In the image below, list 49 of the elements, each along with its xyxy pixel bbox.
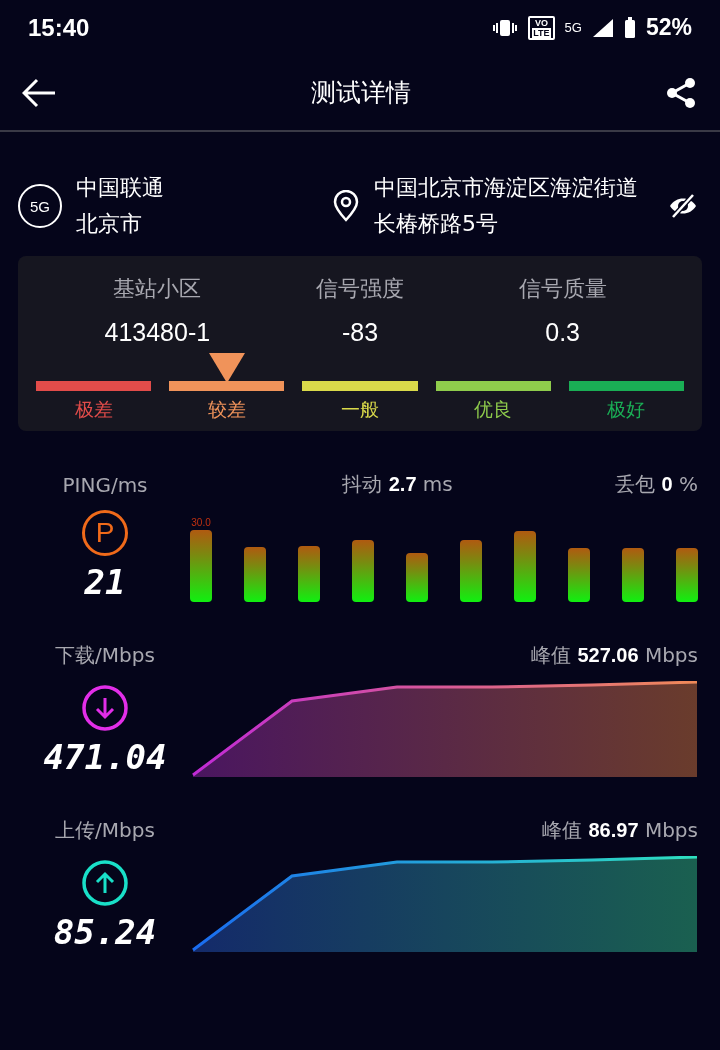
back-icon[interactable]	[22, 77, 56, 108]
carrier-name: 中国联通	[76, 174, 164, 202]
network-type: 5G	[564, 20, 582, 35]
cell-label: 基站小区	[113, 275, 202, 303]
battery-icon	[623, 16, 636, 39]
jitter-text: 抖动 2.7 ms	[342, 471, 453, 498]
ping-icon: P	[82, 510, 128, 556]
bar-value-label: 30.0	[191, 517, 211, 528]
ping-label: PING/ms	[61, 472, 149, 497]
scale-label: 极差	[74, 397, 113, 422]
cell-value: 413480-1	[104, 318, 211, 347]
speed-value: 85.24	[53, 912, 157, 952]
speed-label: 下载/Mbps	[54, 642, 156, 669]
status-time: 15:40	[28, 13, 90, 42]
cell-value: 0.3	[545, 318, 580, 347]
cell-label: 信号强度	[316, 275, 404, 303]
ping-value: 21	[84, 562, 126, 602]
ping-bar	[298, 546, 320, 602]
cell-label: 信号质量	[518, 275, 607, 303]
speed-value: 471.04	[43, 737, 167, 777]
ping-bar	[460, 540, 482, 602]
cell-value: -83	[341, 318, 379, 347]
ping-bar	[676, 548, 698, 602]
scale-label: 较差	[207, 397, 246, 422]
peak-speed-text: 峰值 527.06 Mbps	[531, 642, 698, 669]
ping-bar	[514, 531, 536, 602]
location-address: 中国北京市海淀区海淀街道长椿桥路5号	[374, 174, 639, 238]
ping-bar	[622, 548, 644, 602]
ping-bar	[352, 540, 374, 602]
vibrate-icon	[492, 17, 519, 38]
packet-loss-text: 丢包 0 %	[615, 471, 698, 498]
network-badge: 5G	[18, 184, 62, 228]
ping-bar	[244, 547, 266, 602]
scale-label: 优良	[474, 397, 513, 422]
peak-speed-text: 峰值 86.97 Mbps	[542, 817, 698, 844]
scale-label: 极好	[607, 397, 646, 422]
speed-label: 上传/Mbps	[54, 817, 156, 844]
ping-bar	[406, 553, 428, 602]
share-icon[interactable]	[666, 76, 696, 109]
carrier-city: 北京市	[76, 210, 143, 238]
page-title: 测试详情	[311, 77, 411, 109]
ping-bar	[190, 530, 212, 602]
signal-icon	[591, 17, 614, 38]
ping-bar	[568, 548, 590, 602]
volte-icon: VO LTE	[528, 15, 555, 40]
location-pin-icon	[332, 190, 360, 222]
hidden-eye-icon[interactable]	[668, 193, 698, 219]
scale-label: 一般	[341, 397, 379, 422]
battery-percent: 52%	[645, 14, 692, 41]
